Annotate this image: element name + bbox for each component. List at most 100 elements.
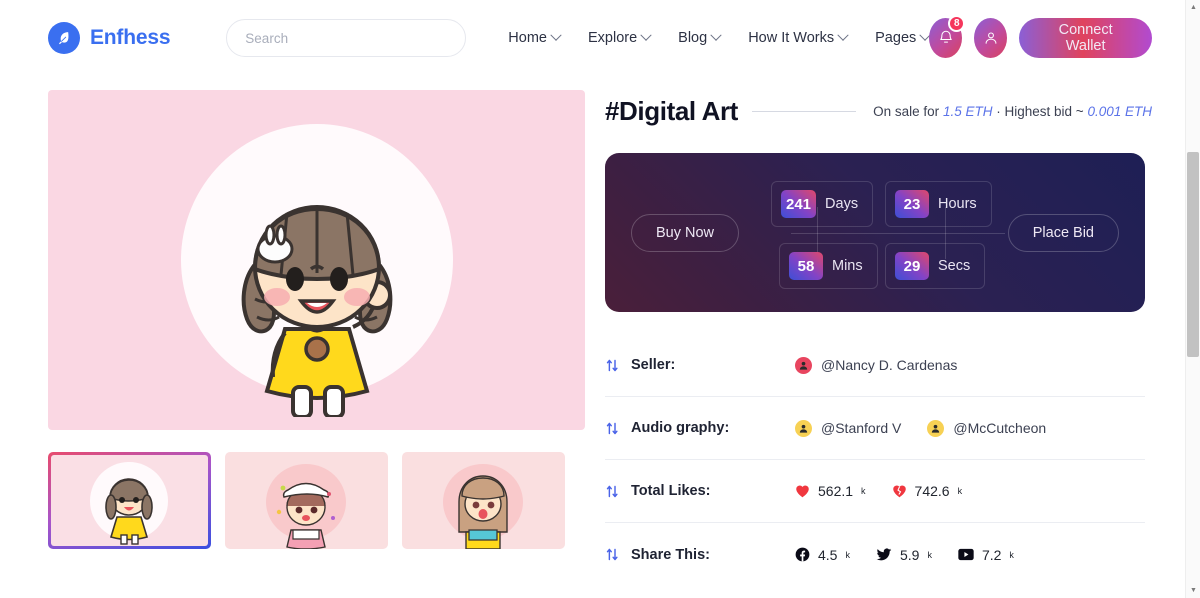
brand-name: Enfhess xyxy=(90,26,171,49)
page-scrollbar[interactable]: ▲ ▼ xyxy=(1185,0,1200,598)
connector-line-horizontal xyxy=(791,232,1005,234)
audiography-handle-0: @Stanford V xyxy=(821,420,902,436)
nav-label: How It Works xyxy=(748,30,835,46)
row-label-seller: Seller: xyxy=(605,357,795,373)
thumbnail-image xyxy=(51,455,208,546)
price-prefix: On sale for xyxy=(873,104,940,119)
countdown-mins-value: 58 xyxy=(789,252,823,280)
countdown-hours: 23 Hours xyxy=(885,181,992,227)
audiography-person-1[interactable]: @McCutcheon xyxy=(927,419,1047,437)
price-separator: · xyxy=(996,104,1001,119)
countdown-mins-label: Mins xyxy=(832,258,863,274)
scrollbar-thumb[interactable] xyxy=(1187,152,1199,357)
label-text: Audio graphy: xyxy=(631,420,730,436)
broken-heart-icon xyxy=(892,485,906,498)
place-bid-button[interactable]: Place Bid xyxy=(1007,213,1119,252)
audiography-person-0[interactable]: @Stanford V xyxy=(795,419,902,437)
search-container xyxy=(226,19,467,57)
countdown-secs-label: Secs xyxy=(938,258,971,274)
likes-stat-1[interactable]: 742.6 k xyxy=(892,483,962,499)
search-box[interactable] xyxy=(226,19,467,57)
share-stat-facebook[interactable]: 4.5 k xyxy=(795,547,850,563)
feather-logo-icon xyxy=(48,22,80,54)
buy-now-button[interactable]: Buy Now xyxy=(631,213,740,252)
info-row-share-this: Share This: 4.5 k 5.9 k 7.2 k xyxy=(605,523,1145,586)
gallery-column xyxy=(48,90,585,586)
notifications-button[interactable]: 8 xyxy=(929,15,966,58)
transfer-arrows-icon xyxy=(606,422,618,434)
nav-label: Pages xyxy=(875,30,917,46)
avatar xyxy=(927,419,945,437)
profile-button[interactable] xyxy=(974,18,1008,58)
thumbnail-1[interactable] xyxy=(225,452,388,549)
brand-logo[interactable]: Enfhess xyxy=(48,22,170,54)
countdown-days-value: 241 xyxy=(781,190,817,218)
main-navigation: Home Explore Blog How It Works Pages xyxy=(508,29,931,46)
page-title: #Digital Art xyxy=(605,96,738,126)
label-text: Seller: xyxy=(631,357,676,373)
thumbnail-strip xyxy=(48,452,585,549)
scrollbar-up-arrow[interactable]: ▲ xyxy=(1186,0,1200,15)
nav-label: Explore xyxy=(587,30,638,46)
sale-price: 1.5 ETH xyxy=(942,104,993,119)
row-value-total-likes: 562.1 k 742.6 k xyxy=(795,483,962,499)
row-label-total-likes: Total Likes: xyxy=(605,483,795,499)
bid-prefix: Highest bid ~ xyxy=(1004,104,1084,119)
connect-wallet-button[interactable]: Connect Wallet xyxy=(1019,18,1153,58)
chevron-down-icon xyxy=(550,29,562,41)
seller-handle: @Nancy D. Cardenas xyxy=(821,357,958,373)
transfer-arrows-icon xyxy=(606,359,618,371)
title-row: #Digital Art On sale for 1.5 ETH · Highe… xyxy=(605,96,1152,127)
row-label-share-this: Share This: xyxy=(605,547,795,563)
title-divider xyxy=(751,111,856,112)
youtube-icon xyxy=(958,548,974,561)
avatar xyxy=(795,356,812,374)
audiography-handle-1: @McCutcheon xyxy=(953,420,1047,436)
share-value-youtube: 7.2 xyxy=(981,546,1002,563)
nav-item-blog[interactable]: Blog xyxy=(678,29,722,46)
scrollbar-down-arrow[interactable]: ▼ xyxy=(1186,583,1200,598)
likes-suffix-0: k xyxy=(861,486,866,496)
nav-item-explore[interactable]: Explore xyxy=(587,29,652,46)
auction-countdown-card: Buy Now Place Bid 241 Days 23 Hours 58 M… xyxy=(605,153,1145,312)
row-value-share-this: 4.5 k 5.9 k 7.2 k xyxy=(795,547,1014,563)
countdown-mins: 58 Mins xyxy=(779,243,878,289)
nav-item-home[interactable]: Home xyxy=(508,29,562,46)
nav-label: Blog xyxy=(678,30,708,46)
twitter-icon xyxy=(876,547,892,560)
info-row-total-likes: Total Likes: 562.1 k 742.6 k xyxy=(605,460,1145,523)
thumbnail-2[interactable] xyxy=(402,452,565,549)
search-input[interactable] xyxy=(245,30,448,46)
heart-icon xyxy=(796,485,809,498)
countdown-days-label: Days xyxy=(825,196,859,212)
countdown-hours-value: 23 xyxy=(895,190,929,218)
likes-stat-0[interactable]: 562.1 k xyxy=(795,483,866,499)
share-suffix-twitter: k xyxy=(927,549,932,560)
chevron-down-icon xyxy=(640,29,652,41)
site-header: Enfhess Home Explore Blog How It Works P… xyxy=(0,0,1200,76)
row-value-seller: @Nancy D. Cardenas xyxy=(795,356,958,374)
label-text: Share This: xyxy=(631,546,710,563)
main-artwork[interactable] xyxy=(48,90,585,430)
share-stat-twitter[interactable]: 5.9 k xyxy=(876,547,932,563)
info-row-seller: Seller: @Nancy D. Cardenas xyxy=(605,334,1145,397)
chibi-girl-illustration xyxy=(241,204,392,417)
transfer-arrows-icon xyxy=(606,548,618,561)
nav-item-how-it-works[interactable]: How It Works xyxy=(748,29,849,46)
share-stat-youtube[interactable]: 7.2 k xyxy=(958,547,1014,563)
chevron-down-icon xyxy=(837,29,849,41)
avatar xyxy=(795,419,812,437)
nav-item-pages[interactable]: Pages xyxy=(875,29,931,46)
detail-column: #Digital Art On sale for 1.5 ETH · Highe… xyxy=(605,90,1152,586)
countdown-days: 241 Days xyxy=(771,181,874,227)
thumb-art-2 xyxy=(443,464,523,549)
row-label-audiography: Audio graphy: xyxy=(605,420,795,436)
label-text: Total Likes: xyxy=(631,483,711,499)
thumb-art-1 xyxy=(266,464,346,549)
info-rows: Seller: @Nancy D. Cardenas Audio graphy:… xyxy=(605,334,1145,586)
header-actions: 8 Connect Wallet xyxy=(929,15,1153,58)
share-value-facebook: 4.5 xyxy=(818,546,838,563)
countdown-secs: 29 Secs xyxy=(885,243,986,289)
seller-person[interactable]: @Nancy D. Cardenas xyxy=(795,356,958,374)
thumbnail-0[interactable] xyxy=(48,452,211,549)
